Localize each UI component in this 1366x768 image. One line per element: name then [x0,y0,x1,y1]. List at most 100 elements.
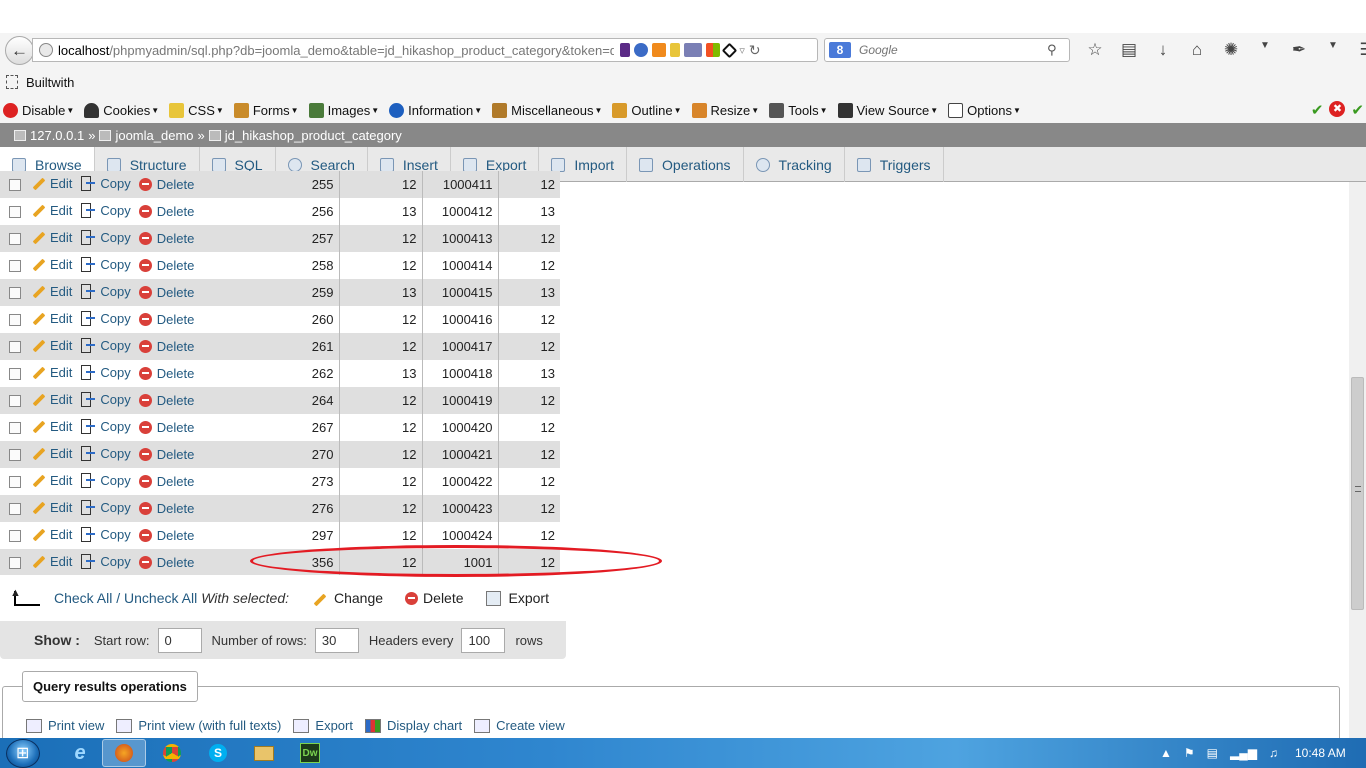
bookmark-builtwith[interactable]: Builtwith [26,75,74,90]
chevron-down-icon[interactable]: ▼ [1316,40,1350,60]
delete-link[interactable]: Delete [138,258,194,273]
magnifier-icon[interactable]: ⚲ [1047,42,1057,58]
copy-link[interactable]: Copy [80,553,131,569]
number-of-rows-input[interactable] [314,627,359,653]
eyedropper-icon[interactable]: ✒ [1282,40,1316,60]
copy-link[interactable]: Copy [80,391,131,407]
delete-link[interactable]: Delete [138,231,194,246]
php-icon[interactable] [684,43,703,57]
volume-icon[interactable]: ♫ [1269,746,1278,760]
skype-icon[interactable]: S [196,739,240,767]
home-icon[interactable]: ⌂ [1180,40,1214,60]
show-hidden-icons-icon[interactable]: ▲ [1160,746,1172,760]
delete-link[interactable]: Delete [138,447,194,462]
search-bar[interactable]: 8 ⚲ [824,38,1070,62]
edit-link[interactable]: Edit [30,526,72,542]
delete-link[interactable]: Delete [138,177,194,192]
delete-link[interactable]: Delete [138,501,194,516]
diamond-icon[interactable] [722,42,738,58]
delete-link[interactable]: Delete [138,474,194,489]
edit-link[interactable]: Edit [30,445,72,461]
google-engine-icon[interactable]: 8 [829,42,851,58]
edit-link[interactable]: Edit [30,229,72,245]
row-checkbox[interactable] [9,529,21,542]
tab-operations[interactable]: Operations [627,147,744,182]
delete-link[interactable]: Delete [138,366,194,381]
delete-link[interactable]: Delete [138,285,194,300]
bookmark-star-icon[interactable]: ☆ [1078,40,1112,60]
edit-link[interactable]: Edit [30,310,72,326]
edit-link[interactable]: Edit [30,337,72,353]
dev-images-menu[interactable]: Images ▼ [308,102,379,118]
copy-link[interactable]: Copy [80,364,131,380]
scrollbar-thumb[interactable] [1351,377,1364,610]
row-checkbox[interactable] [9,475,21,488]
menu-icon[interactable]: ☰ [1350,40,1366,60]
vertical-scrollbar[interactable] [1349,182,1366,738]
delete-selected-button[interactable]: Delete [405,590,464,606]
delete-link[interactable]: Delete [138,312,194,327]
row-checkbox[interactable] [9,286,21,299]
delete-link[interactable]: Delete [138,204,194,219]
device-icon[interactable]: ▤ [1207,746,1218,760]
search-input[interactable] [857,42,1047,58]
row-checkbox[interactable] [9,178,21,191]
export-results-link[interactable]: Export [293,718,353,733]
change-button[interactable]: Change [311,590,383,606]
dev-outline-menu[interactable]: Outline ▼ [612,102,682,118]
copy-link[interactable]: Copy [80,229,131,245]
check-all-link[interactable]: Check All [54,590,112,606]
address-bar[interactable]: localhost /phpmyadmin/sql.php?db=joomla_… [32,38,818,62]
headers-every-input[interactable] [461,627,506,653]
row-checkbox[interactable] [9,340,21,353]
delete-link[interactable]: Delete [138,555,194,570]
delete-link[interactable]: Delete [138,339,194,354]
delete-link[interactable]: Delete [138,528,194,543]
file-explorer-icon[interactable] [242,739,286,767]
start-row-input[interactable] [157,627,202,653]
edit-link[interactable]: Edit [30,202,72,218]
row-checkbox[interactable] [9,502,21,515]
copy-link[interactable]: Copy [80,418,131,434]
shield-icon[interactable] [652,43,667,57]
reading-list-icon[interactable]: ▤ [1112,40,1146,60]
dev-forms-menu[interactable]: Forms ▼ [233,102,299,118]
dev-css-menu[interactable]: CSS ▼ [169,102,224,118]
copy-link[interactable]: Copy [80,202,131,218]
flag-icon[interactable]: ⚑ [1184,746,1195,760]
dropdown-arrow-icon[interactable]: ▿ [739,44,745,57]
edit-link[interactable]: Edit [30,418,72,434]
addon-puzzle-icon[interactable]: ✺ [1214,40,1248,60]
dev-cookies-menu[interactable]: Cookies ▼ [84,102,159,118]
error-icon[interactable]: ✖ [1329,101,1346,117]
copy-link[interactable]: Copy [80,526,131,542]
edit-link[interactable]: Edit [30,256,72,272]
edit-link[interactable]: Edit [30,553,72,569]
dreamweaver-icon[interactable]: Dw [288,739,332,767]
feather-icon[interactable] [620,43,631,57]
check-icon[interactable]: ✔ [1351,101,1364,119]
moon-icon[interactable] [634,43,649,57]
edit-link[interactable]: Edit [30,283,72,299]
row-checkbox[interactable] [9,205,21,218]
delete-link[interactable]: Delete [138,393,194,408]
windows-icon[interactable] [706,43,721,57]
dev-miscellaneous-menu[interactable]: Miscellaneous ▼ [492,102,602,118]
dev-information-menu[interactable]: Information ▼ [389,102,482,118]
row-checkbox[interactable] [9,394,21,407]
print-view-full-link[interactable]: Print view (with full texts) [116,718,281,733]
lock-icon[interactable] [670,43,681,57]
display-chart-link[interactable]: Display chart [364,718,462,733]
row-checkbox[interactable] [9,313,21,326]
create-view-link[interactable]: Create view [474,718,565,733]
breadcrumb-server[interactable]: 127.0.0.1 [30,128,84,143]
uncheck-all-link[interactable]: Uncheck All [124,590,197,606]
copy-link[interactable]: Copy [80,310,131,326]
edit-link[interactable]: Edit [30,499,72,515]
row-checkbox[interactable] [9,367,21,380]
edit-link[interactable]: Edit [30,472,72,488]
dev-view-source-menu[interactable]: View Source ▼ [837,102,938,118]
edit-link[interactable]: Edit [30,391,72,407]
row-checkbox[interactable] [9,259,21,272]
copy-link[interactable]: Copy [80,472,131,488]
